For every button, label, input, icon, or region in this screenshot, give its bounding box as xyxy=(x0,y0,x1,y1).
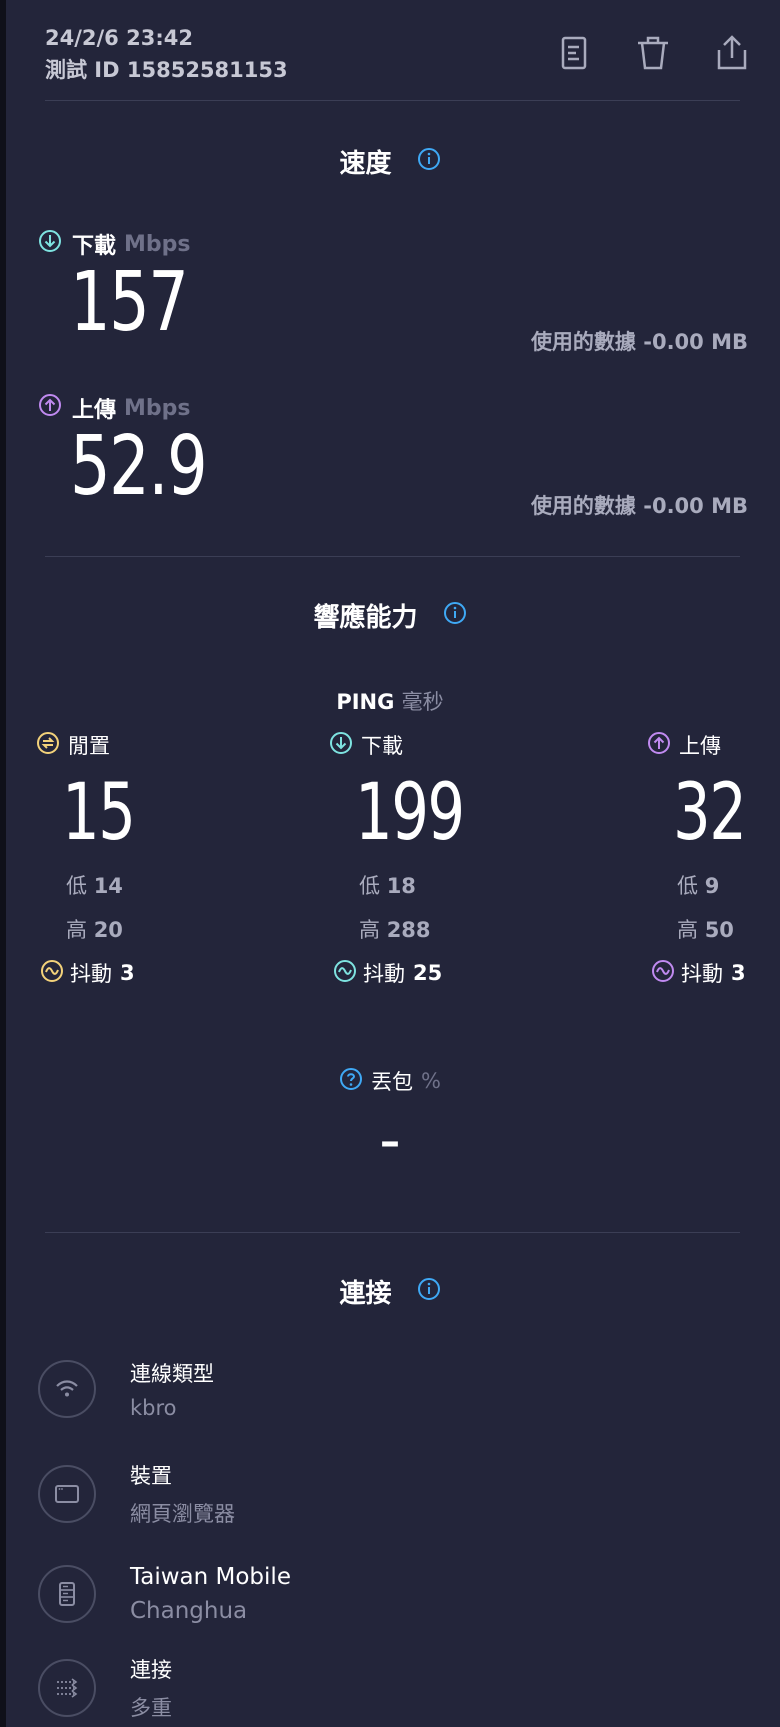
connection-section-title: 連接 xyxy=(0,1273,780,1310)
connections-row: 連接 多重 xyxy=(38,1654,172,1722)
idle-low-value: 14 xyxy=(93,874,123,898)
download-jitter-value: 25 xyxy=(413,961,443,985)
server-provider: Taiwan Mobile xyxy=(130,1564,291,1590)
idle-jitter-value: 3 xyxy=(120,961,135,985)
speed-divider xyxy=(45,556,740,557)
jitter-icon xyxy=(333,959,363,988)
upload-ping-value: 32 xyxy=(673,768,747,858)
connections-title: 連接 xyxy=(130,1658,172,1682)
speed-section-title: 速度 xyxy=(0,143,780,180)
ping-idle-label: 閒置 xyxy=(36,730,157,760)
wifi-icon xyxy=(38,1360,96,1418)
idle-jitter: 抖動 3 xyxy=(40,958,157,988)
packet-loss-label: 丟包 % xyxy=(0,1066,780,1096)
idle-label-text: 閒置 xyxy=(68,734,110,758)
high-label: 高 xyxy=(677,918,698,942)
upload-ping-label-text: 上傳 xyxy=(679,734,721,758)
device-value: 網頁瀏覽器 xyxy=(130,1502,235,1526)
download-low-value: 18 xyxy=(386,874,416,898)
jitter-label: 抖動 xyxy=(681,962,723,986)
upload-jitter-value: 3 xyxy=(731,961,746,985)
high-label: 高 xyxy=(359,918,380,942)
download-arrow-icon xyxy=(38,229,72,259)
upload-low-value: 9 xyxy=(704,874,720,898)
ping-idle-column: 閒置 15 低 14 高 20 抖動 3 xyxy=(36,730,157,988)
upload-arrow-icon xyxy=(38,393,72,423)
ping-download-label: 下載 xyxy=(329,730,498,760)
low-label: 低 xyxy=(677,874,698,898)
upload-jitter: 抖動 3 xyxy=(651,958,768,988)
multi-connection-icon xyxy=(38,1659,96,1717)
responsiveness-divider xyxy=(45,1232,740,1233)
device-row: 裝置 網頁瀏覽器 xyxy=(38,1460,235,1528)
browser-icon xyxy=(38,1465,96,1523)
packet-loss-unit: % xyxy=(421,1069,441,1093)
upload-data-used: 使用的數據 -0.00 MB xyxy=(530,494,748,518)
jitter-label: 抖動 xyxy=(70,962,112,986)
download-ping-value: 199 xyxy=(355,768,465,858)
test-date: 24/2/6 23:42 xyxy=(45,26,193,50)
packet-loss-label-text: 丟包 xyxy=(371,1070,414,1094)
low-label: 低 xyxy=(66,874,87,898)
download-high: 高 288 xyxy=(359,914,498,944)
idle-low: 低 14 xyxy=(66,870,157,900)
ping-unit: 毫秒 xyxy=(401,690,444,714)
upload-unit: Mbps xyxy=(124,395,191,421)
download-speed-value: 157 xyxy=(70,255,189,350)
connection-type-row: 連線類型 kbro xyxy=(38,1358,214,1420)
connection-title-text: 連接 xyxy=(339,1279,392,1309)
download-low: 低 18 xyxy=(359,870,498,900)
ping-download-column: 下載 199 低 18 高 288 抖動 25 xyxy=(329,730,498,988)
idle-ping-value: 15 xyxy=(62,768,136,858)
upload-low: 低 9 xyxy=(677,870,768,900)
responsiveness-title-text: 響應能力 xyxy=(313,603,418,633)
idle-high: 高 20 xyxy=(66,914,157,944)
ping-label: PING xyxy=(336,690,395,714)
jitter-icon xyxy=(40,959,70,988)
download-unit: Mbps xyxy=(124,231,191,257)
info-icon[interactable] xyxy=(443,601,467,632)
upload-high: 高 50 xyxy=(677,914,768,944)
connection-type-value: kbro xyxy=(130,1396,177,1420)
upload-speed-value: 52.9 xyxy=(70,419,208,514)
connections-value: 多重 xyxy=(130,1696,172,1720)
jitter-icon xyxy=(651,959,681,988)
download-high-value: 288 xyxy=(386,918,431,942)
ping-heading: PING 毫秒 xyxy=(0,686,780,716)
document-icon[interactable] xyxy=(555,34,593,72)
upload-arrow-icon xyxy=(647,731,679,760)
connection-type-title: 連線類型 xyxy=(130,1362,214,1386)
ping-upload-column: 上傳 32 低 9 高 50 抖動 3 xyxy=(647,730,768,988)
idle-icon xyxy=(36,731,68,760)
info-icon[interactable] xyxy=(417,1277,441,1308)
low-label: 低 xyxy=(359,874,380,898)
download-data-used: 使用的數據 -0.00 MB xyxy=(530,330,748,354)
idle-high-value: 20 xyxy=(93,918,123,942)
server-row[interactable]: Taiwan Mobile Changhua xyxy=(38,1564,291,1624)
upload-high-value: 50 xyxy=(704,918,734,942)
help-icon[interactable] xyxy=(339,1067,371,1096)
speedtest-result-page: 24/2/6 23:42 測試 ID 15852581153 速度 下載 Mbp… xyxy=(0,0,780,1727)
test-id: 測試 ID 15852581153 xyxy=(45,58,288,82)
header-divider xyxy=(45,100,740,101)
download-ping-label-text: 下載 xyxy=(361,734,403,758)
speed-title-text: 速度 xyxy=(339,149,392,179)
device-title: 裝置 xyxy=(130,1464,172,1488)
download-arrow-icon xyxy=(329,731,361,760)
packet-loss-value: – xyxy=(380,1119,400,1165)
ping-upload-label: 上傳 xyxy=(647,730,768,760)
high-label: 高 xyxy=(66,918,87,942)
server-icon xyxy=(38,1565,96,1623)
server-location: Changhua xyxy=(130,1598,248,1624)
responsiveness-section-title: 響應能力 xyxy=(0,597,780,634)
info-icon[interactable] xyxy=(417,147,441,178)
left-edge xyxy=(0,0,6,1727)
trash-icon[interactable] xyxy=(634,34,672,72)
share-icon[interactable] xyxy=(713,34,751,72)
download-jitter: 抖動 25 xyxy=(333,958,498,988)
jitter-label: 抖動 xyxy=(363,962,405,986)
